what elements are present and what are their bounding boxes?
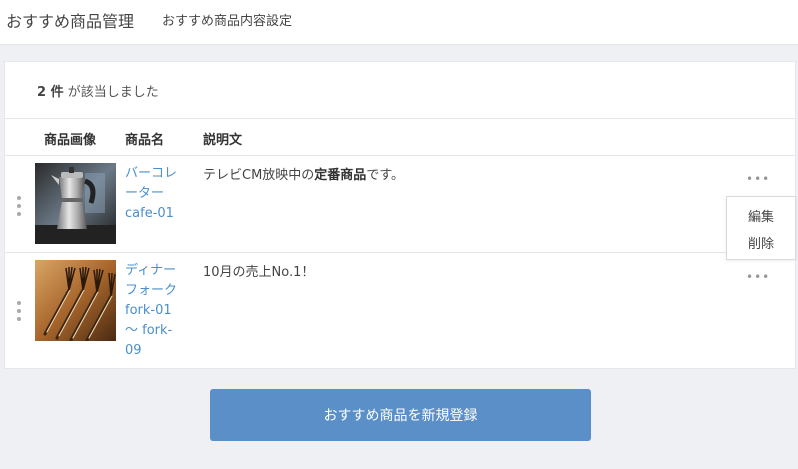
column-header-name: 商品名 xyxy=(125,133,165,148)
more-options-icon[interactable]: ••• xyxy=(746,172,770,186)
coffee-maker-image xyxy=(35,163,116,244)
table-header: 商品画像 商品名 説明文 xyxy=(5,118,795,156)
result-count-suffix: が該当しました xyxy=(67,85,159,100)
table-row: バーコレ ーター cafe-01 テレビCM放映中の定番商品です。 ••• xyxy=(5,156,795,253)
column-header-image: 商品画像 xyxy=(44,133,97,148)
page-title: おすすめ商品管理 xyxy=(6,12,135,31)
drag-handle-icon[interactable] xyxy=(16,196,22,216)
product-description: 10月の売上No.1！ xyxy=(203,265,315,280)
table-row: ディナー フォーク fork-01 〜 fork- 09 10月の売上No.1！… xyxy=(5,253,795,369)
drag-handle-icon[interactable] xyxy=(16,301,22,321)
product-name-link[interactable]: バーコレ ーター cafe-01 xyxy=(125,164,187,224)
forks-image xyxy=(35,260,116,341)
product-description: テレビCM放映中の定番商品です。 xyxy=(203,168,405,183)
page-subtitle: おすすめ商品内容設定 xyxy=(162,14,293,29)
product-list-panel: 2 件 が該当しました 商品画像 商品名 説明文 バーコレ ーター cafe-0… xyxy=(4,61,796,369)
more-options-icon[interactable]: ••• xyxy=(746,270,770,284)
delete-menu-item[interactable]: 削除 xyxy=(727,233,795,252)
product-name-link[interactable]: ディナー フォーク fork-01 〜 fork- 09 xyxy=(125,261,187,361)
result-count-number: 2 件 xyxy=(37,85,64,100)
result-count: 2 件 が該当しました xyxy=(37,81,159,100)
column-header-description: 説明文 xyxy=(203,133,243,148)
add-recommended-product-button[interactable]: おすすめ商品を新規登録 xyxy=(210,389,591,441)
page-header: おすすめ商品管理 おすすめ商品内容設定 xyxy=(0,0,798,45)
edit-menu-item[interactable]: 編集 xyxy=(727,206,795,225)
row-action-menu: 編集 削除 xyxy=(726,196,796,260)
